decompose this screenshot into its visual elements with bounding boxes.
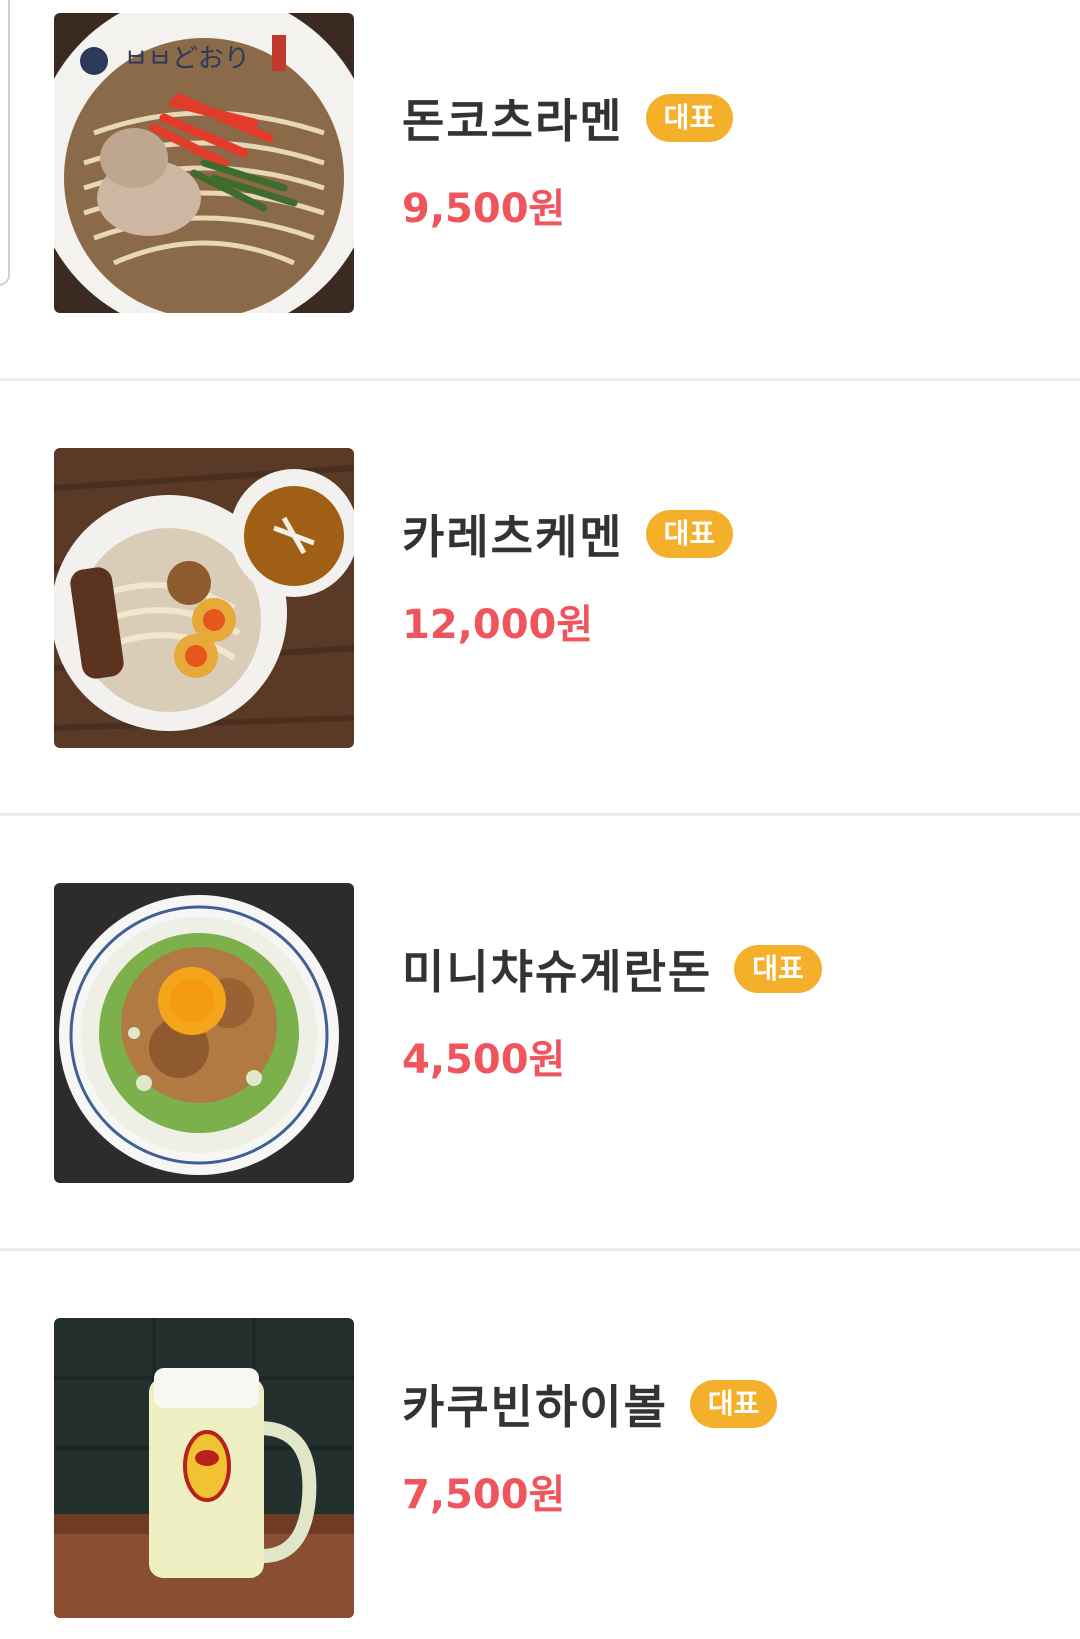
svg-text:ㅂㅂどおり: ㅂㅂどおり xyxy=(124,44,250,74)
menu-price: 9,500원 xyxy=(402,186,566,232)
menu-item-curry-tsukemen[interactable]: 카레츠케멘 대표 12,000원 xyxy=(0,382,1080,818)
tsukemen-photo-icon xyxy=(54,448,354,748)
menu-item-info: 미니챠슈계란돈 대표 4,500원 xyxy=(402,939,822,1085)
signature-badge: 대표 xyxy=(645,510,734,558)
menu-name-row: 돈코츠라멘 대표 xyxy=(402,88,734,148)
divider xyxy=(0,378,1080,381)
ramen-bowl-photo-icon: ㅂㅂどおり xyxy=(54,13,354,313)
highball-mug-photo-icon xyxy=(54,1318,354,1618)
menu-name-row: 카쿠빈하이볼 대표 xyxy=(402,1374,778,1434)
menu-list-page: ㅂㅂどおり 돈코츠라멘 대표 9,500원 카레츠케멘 대표 12,000원 미… xyxy=(0,0,1080,1639)
menu-name: 카쿠빈하이볼 xyxy=(402,1380,668,1434)
signature-badge: 대표 xyxy=(734,945,822,993)
menu-price: 7,500원 xyxy=(402,1472,566,1518)
menu-price: 4,500원 xyxy=(402,1037,566,1083)
menu-item-info: 카쿠빈하이볼 대표 7,500원 xyxy=(402,1374,778,1520)
menu-item-info: 돈코츠라멘 대표 9,500원 xyxy=(402,88,734,234)
signature-badge: 대표 xyxy=(645,94,734,142)
menu-name: 카레츠케멘 xyxy=(402,510,624,564)
menu-item-mini-chashu-egg-don[interactable]: 미니챠슈계란돈 대표 4,500원 xyxy=(0,817,1080,1253)
divider xyxy=(0,1248,1080,1251)
menu-name: 돈코츠라멘 xyxy=(402,94,624,148)
menu-name-row: 미니챠슈계란돈 대표 xyxy=(402,939,822,999)
rice-bowl-egg-photo-icon xyxy=(54,883,354,1183)
divider xyxy=(0,813,1080,816)
signature-badge: 대표 xyxy=(689,1380,778,1428)
menu-item-tonkotsu-ramen[interactable]: ㅂㅂどおり 돈코츠라멘 대표 9,500원 xyxy=(0,0,1080,436)
menu-name: 미니챠슈계란돈 xyxy=(402,945,713,999)
menu-item-kakubin-highball[interactable]: 카쿠빈하이볼 대표 7,500원 xyxy=(0,1252,1080,1639)
menu-name-row: 카레츠케멘 대표 xyxy=(402,504,734,564)
menu-price: 12,000원 xyxy=(402,602,594,648)
menu-item-info: 카레츠케멘 대표 12,000원 xyxy=(402,504,734,650)
